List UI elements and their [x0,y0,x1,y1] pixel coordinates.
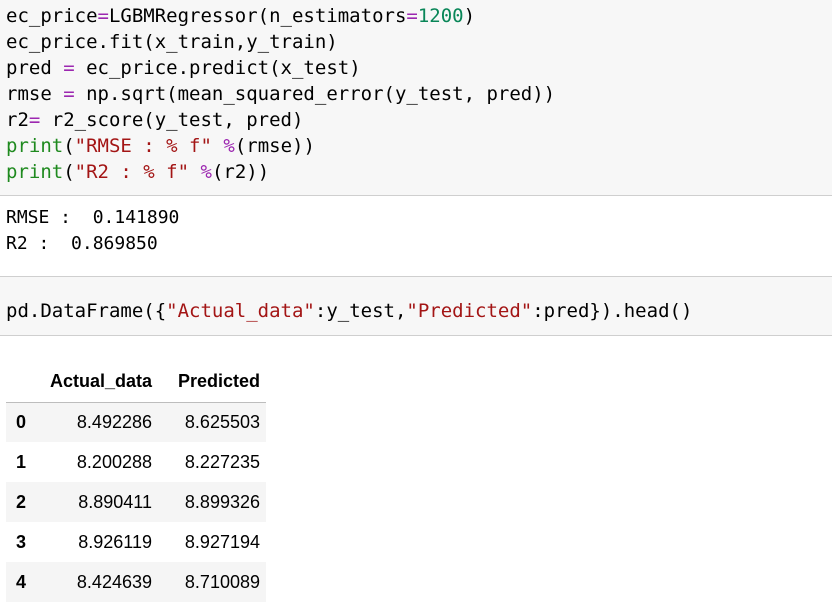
predicted-value: 8.710089 [184,571,260,592]
predicted-value: 8.227235 [184,451,260,472]
code-token: rmse [6,83,64,105]
predicted-value: 8.927194 [184,531,260,552]
column-header-actual: Actual_data [36,362,158,403]
code-token: pd.DataFrame({ [6,300,167,322]
code-token: :y_test, [314,300,407,322]
code-token: LGBMRegressor(n_estimators [108,5,407,27]
code-editor-dataframe[interactable]: pd.DataFrame({"Actual_data":y_test,"Pred… [6,298,692,324]
code-token: print [6,161,64,183]
code-token: ) [463,5,476,27]
code-token: ( [63,161,75,183]
code-token: "Actual_data" [166,300,315,322]
code-token: = [28,109,41,131]
rmse-output-line: RMSE : 0.141890 [6,207,180,228]
predicted-value: 8.625503 [184,411,260,432]
code-token: = [97,5,109,27]
code-editor-model[interactable]: ec_price=LGBMRegressor(n_estimators=1200… [6,3,555,185]
index-header [6,362,36,403]
predicted-value: 8.899326 [184,491,260,512]
code-token: ec_price.fit(x_train,y_train) [6,31,338,53]
table-row: 1 8.200288 8.227235 [6,442,266,482]
code-line[interactable]: print("R2 : % f" %(r2)) [6,159,555,185]
actual-value: 8.200288 [76,451,152,472]
table-row: 0 8.492286 8.625503 [6,402,266,442]
code-token: ec_price.predict(x_test) [74,57,361,79]
code-token: (r2)) [211,161,270,183]
code-token: "RMSE : % f" [74,135,212,157]
code-token: np.sqrt(mean_squared_error(y_test, pred)… [74,83,556,105]
code-line[interactable]: r2= r2_score(y_test, pred) [6,107,555,133]
row-index: 4 [16,571,27,592]
code-token: = [406,5,418,27]
table-row: 2 8.890411 8.899326 [6,482,266,522]
code-token: pred [6,57,64,79]
actual-value: 8.492286 [76,411,152,432]
code-cell-dataframe[interactable]: pd.DataFrame({"Actual_data":y_test,"Pred… [0,276,832,336]
actual-value: 8.890411 [78,491,152,512]
code-line[interactable]: rmse = np.sqrt(mean_squared_error(y_test… [6,81,555,107]
row-index: 3 [16,531,27,552]
cell-output-metrics: RMSE : 0.141890 R2 : 0.869850 [6,205,179,257]
code-line[interactable]: pd.DataFrame({"Actual_data":y_test,"Pred… [6,298,692,324]
dataframe-table: Actual_data Predicted 0 8.492286 8.62550… [6,362,266,602]
row-index: 2 [16,491,27,512]
table-header-row: Actual_data Predicted [6,362,266,403]
row-index: 1 [16,451,27,472]
code-token: r2_score(y_test, pred) [40,109,304,131]
column-header-predicted: Predicted [158,362,266,403]
code-line[interactable]: ec_price=LGBMRegressor(n_estimators=1200… [6,3,555,29]
code-token: 1200 [417,5,464,27]
table-row: 3 8.926119 8.927194 [6,522,266,562]
r2-output-line: R2 : 0.869850 [6,233,158,254]
table-row: 4 8.424639 8.710089 [6,562,266,602]
code-line[interactable]: ec_price.fit(x_train,y_train) [6,29,555,55]
code-line[interactable]: print("RMSE : % f" %(rmse)) [6,133,555,159]
code-token: ( [63,135,75,157]
code-token: % [223,135,235,157]
code-line[interactable]: pred = ec_price.predict(x_test) [6,55,555,81]
code-token: % [200,161,212,183]
code-token: (rmse)) [234,135,315,157]
code-token: "R2 : % f" [74,161,190,183]
row-index: 0 [16,411,27,432]
code-token: = [63,83,75,105]
actual-value: 8.424639 [76,571,152,592]
code-token: :pred}).head() [532,300,693,322]
code-cell-model[interactable]: ec_price=LGBMRegressor(n_estimators=1200… [0,0,832,196]
code-token: print [6,135,64,157]
code-token: r2 [6,109,29,131]
code-token: "Predicted" [406,300,533,322]
code-token: = [63,57,75,79]
actual-value: 8.926119 [78,531,152,552]
code-token: ec_price [6,5,98,27]
